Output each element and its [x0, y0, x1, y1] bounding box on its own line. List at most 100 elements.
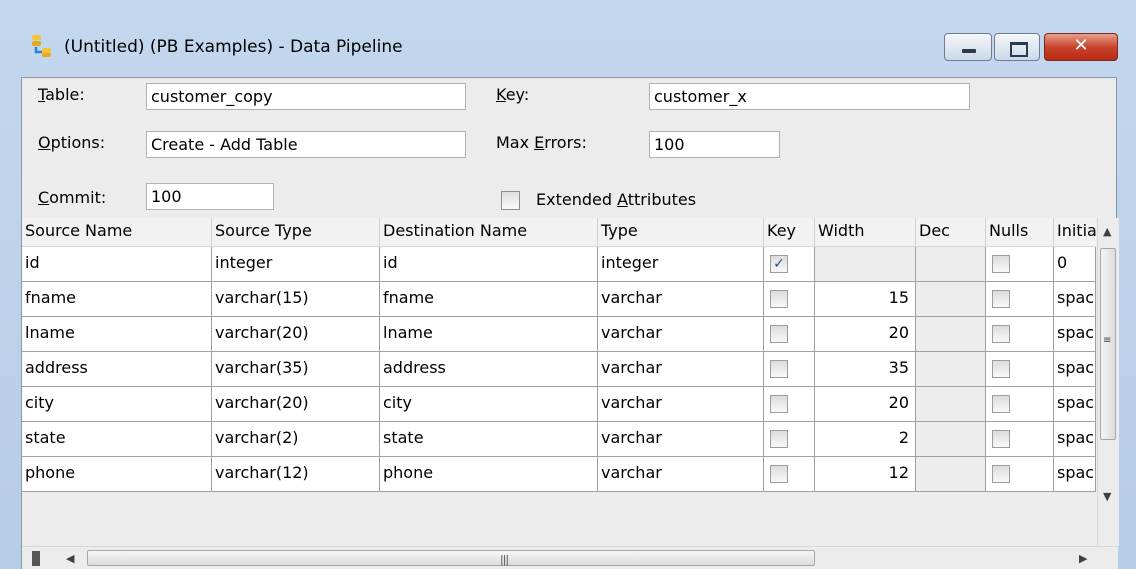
table-row[interactable]: city varchar(20) city varchar 20 spac: [22, 387, 1096, 422]
cell-dec[interactable]: [916, 387, 986, 422]
table-row[interactable]: address varchar(35) address varchar 35 spac: [22, 352, 1096, 387]
header-initial-value[interactable]: Initia: [1054, 218, 1096, 246]
extended-attributes-checkbox[interactable]: [501, 191, 520, 210]
key-checkbox[interactable]: [770, 465, 788, 483]
cell-nulls[interactable]: [986, 352, 1054, 387]
cell-width[interactable]: 15: [815, 282, 916, 317]
cell-key[interactable]: [764, 282, 815, 317]
cell-width[interactable]: [815, 247, 916, 282]
title-bar[interactable]: (Untitled) (PB Examples) - Data Pipeline…: [0, 0, 1136, 61]
cell-initial-value[interactable]: spac: [1054, 317, 1096, 352]
cell-type[interactable]: varchar: [598, 282, 764, 317]
cell-dec[interactable]: [916, 282, 986, 317]
cell-source-type[interactable]: varchar(12): [212, 457, 380, 492]
cell-source-name[interactable]: lname: [22, 317, 212, 352]
header-dec[interactable]: Dec: [916, 218, 986, 246]
header-nulls[interactable]: Nulls: [986, 218, 1054, 246]
cell-dec[interactable]: [916, 422, 986, 457]
table-row[interactable]: lname varchar(20) lname varchar 20 spac: [22, 317, 1096, 352]
cell-dec[interactable]: [916, 247, 986, 282]
cell-destination-name[interactable]: phone: [380, 457, 598, 492]
cell-destination-name[interactable]: address: [380, 352, 598, 387]
key-checkbox[interactable]: ✓: [770, 255, 788, 273]
scroll-left-icon[interactable]: ◀: [66, 552, 74, 565]
cell-type[interactable]: integer: [598, 247, 764, 282]
cell-source-name[interactable]: id: [22, 247, 212, 282]
cell-destination-name[interactable]: lname: [380, 317, 598, 352]
nulls-checkbox[interactable]: [992, 360, 1010, 378]
key-checkbox[interactable]: [770, 395, 788, 413]
header-type[interactable]: Type: [598, 218, 764, 246]
table-row[interactable]: id integer id integer ✓ 0: [22, 247, 1096, 282]
cell-dec[interactable]: [916, 457, 986, 492]
cell-nulls[interactable]: [986, 422, 1054, 457]
table-row[interactable]: fname varchar(15) fname varchar 15 spac: [22, 282, 1096, 317]
table-field[interactable]: customer_copy: [146, 83, 466, 110]
cell-width[interactable]: 2: [815, 422, 916, 457]
cell-destination-name[interactable]: fname: [380, 282, 598, 317]
cell-nulls[interactable]: [986, 387, 1054, 422]
nulls-checkbox[interactable]: [992, 290, 1010, 308]
vertical-scrollbar[interactable]: ▲ ≡ ▼: [1097, 218, 1119, 546]
commit-field[interactable]: 100: [146, 183, 274, 210]
cell-type[interactable]: varchar: [598, 422, 764, 457]
scroll-down-icon[interactable]: ▼: [1103, 490, 1111, 503]
key-checkbox[interactable]: [770, 325, 788, 343]
cell-initial-value[interactable]: 0: [1054, 247, 1096, 282]
cell-initial-value[interactable]: spac: [1054, 457, 1096, 492]
cell-type[interactable]: varchar: [598, 387, 764, 422]
header-source-name[interactable]: Source Name: [22, 218, 212, 246]
cell-source-type[interactable]: varchar(20): [212, 387, 380, 422]
options-field[interactable]: Create - Add Table: [146, 131, 466, 158]
cell-source-type[interactable]: varchar(15): [212, 282, 380, 317]
cell-initial-value[interactable]: spac: [1054, 352, 1096, 387]
max-errors-field[interactable]: 100: [649, 131, 780, 158]
cell-destination-name[interactable]: state: [380, 422, 598, 457]
cell-source-name[interactable]: address: [22, 352, 212, 387]
cell-dec[interactable]: [916, 317, 986, 352]
nulls-checkbox[interactable]: [992, 255, 1010, 273]
scroll-up-icon[interactable]: ▲: [1103, 225, 1111, 238]
cell-nulls[interactable]: [986, 457, 1054, 492]
nulls-checkbox[interactable]: [992, 430, 1010, 448]
key-checkbox[interactable]: [770, 360, 788, 378]
horizontal-scroll-thumb[interactable]: |||: [87, 550, 815, 566]
key-checkbox[interactable]: [770, 290, 788, 308]
cell-nulls[interactable]: [986, 247, 1054, 282]
cell-nulls[interactable]: [986, 282, 1054, 317]
cell-source-name[interactable]: phone: [22, 457, 212, 492]
cell-dec[interactable]: [916, 352, 986, 387]
table-row[interactable]: phone varchar(12) phone varchar 12 spac: [22, 457, 1096, 492]
cell-source-name[interactable]: city: [22, 387, 212, 422]
cell-type[interactable]: varchar: [598, 317, 764, 352]
header-key[interactable]: Key: [764, 218, 815, 246]
cell-key[interactable]: [764, 422, 815, 457]
maximize-button[interactable]: [994, 33, 1040, 61]
key-checkbox[interactable]: [770, 430, 788, 448]
header-destination-name[interactable]: Destination Name: [380, 218, 598, 246]
cell-key[interactable]: ✓: [764, 247, 815, 282]
vertical-scroll-thumb[interactable]: ≡: [1100, 248, 1116, 440]
cell-width[interactable]: 20: [815, 317, 916, 352]
cell-key[interactable]: [764, 317, 815, 352]
cell-key[interactable]: [764, 352, 815, 387]
cell-initial-value[interactable]: spac: [1054, 282, 1096, 317]
cell-key[interactable]: [764, 387, 815, 422]
cell-width[interactable]: 20: [815, 387, 916, 422]
cell-key[interactable]: [764, 457, 815, 492]
cell-source-type[interactable]: varchar(35): [212, 352, 380, 387]
header-width[interactable]: Width: [815, 218, 916, 246]
header-source-type[interactable]: Source Type: [212, 218, 380, 246]
cell-width[interactable]: 12: [815, 457, 916, 492]
close-button[interactable]: ✕: [1044, 33, 1118, 61]
cell-source-type[interactable]: integer: [212, 247, 380, 282]
cell-destination-name[interactable]: city: [380, 387, 598, 422]
nulls-checkbox[interactable]: [992, 465, 1010, 483]
cell-initial-value[interactable]: spac: [1054, 422, 1096, 457]
cell-source-type[interactable]: varchar(2): [212, 422, 380, 457]
cell-type[interactable]: varchar: [598, 457, 764, 492]
scroll-right-icon[interactable]: ▶: [1079, 552, 1087, 565]
cell-source-type[interactable]: varchar(20): [212, 317, 380, 352]
nulls-checkbox[interactable]: [992, 325, 1010, 343]
table-row[interactable]: state varchar(2) state varchar 2 spac: [22, 422, 1096, 457]
